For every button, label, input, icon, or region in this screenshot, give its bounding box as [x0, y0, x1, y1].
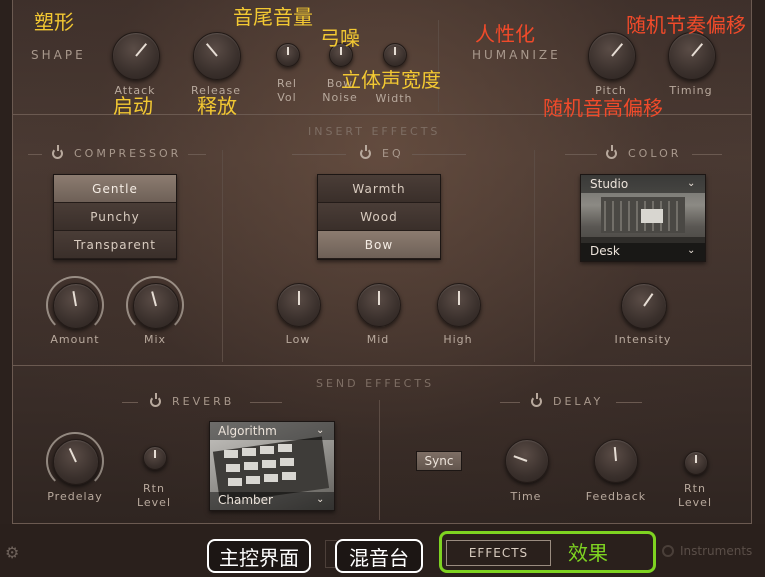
chevron-down-icon: ⌄	[687, 245, 696, 256]
timing-label: Timing	[669, 84, 713, 97]
eq-power-icon[interactable]	[360, 145, 371, 159]
intensity-label: Intensity	[614, 333, 672, 346]
reverb-rtn-level-knob[interactable]	[143, 446, 167, 470]
reverb-power-icon[interactable]	[150, 393, 161, 407]
compressor-option-transparent[interactable]: Transparent	[54, 231, 176, 259]
eq-low-knob[interactable]	[277, 283, 321, 327]
color-preset-top: Studio	[590, 177, 629, 191]
width-label: Width	[375, 92, 413, 105]
rel-vol-knob[interactable]	[276, 43, 300, 67]
chevron-down-icon: ⌄	[316, 425, 325, 436]
send-divider	[12, 365, 752, 366]
reverb-title: REVERB	[172, 395, 235, 408]
eq-option-wood[interactable]: Wood	[318, 203, 440, 231]
shape-section-label: SHAPE	[31, 48, 86, 62]
color-preset-image[interactable]: Studio ⌄ Desk ⌄	[580, 174, 706, 262]
chevron-down-icon: ⌄	[316, 494, 325, 505]
eq-high-label: High	[443, 333, 473, 346]
release-knob[interactable]	[193, 32, 241, 80]
mixer-annotation[interactable]: 混音台	[335, 539, 423, 573]
compressor-power-icon[interactable]	[52, 145, 63, 159]
compressor-option-gentle[interactable]: Gentle	[54, 175, 176, 203]
effects-tab-button[interactable]: EFFECTS	[446, 540, 551, 566]
mix-knob[interactable]	[133, 283, 179, 329]
delay-title: DELAY	[553, 395, 604, 408]
amount-label: Amount	[50, 333, 100, 346]
feedback-knob[interactable]	[594, 439, 638, 483]
amount-knob[interactable]	[53, 283, 99, 329]
color-title: COLOR	[628, 147, 682, 160]
release-annotation: 释放	[197, 94, 237, 118]
shape-annotation: 塑形	[34, 10, 74, 34]
color-preset-bottom: Desk	[590, 244, 620, 258]
feedback-label: Feedback	[585, 490, 647, 503]
eq-mid-label: Mid	[366, 333, 390, 346]
width-annotation: 立体声宽度	[341, 68, 441, 92]
compressor-title: COMPRESSOR	[74, 147, 182, 160]
main-view-annotation[interactable]: 主控界面	[207, 539, 311, 573]
humanize-annotation: 人性化	[475, 22, 535, 46]
delay-rtn-level-label: Rtn Level	[677, 482, 713, 509]
effects-annotation: 效果	[568, 541, 608, 565]
reverb-rtn-level-label: Rtn Level	[136, 482, 172, 509]
eq-title: EQ	[382, 147, 404, 160]
compressor-option-punchy[interactable]: Punchy	[54, 203, 176, 231]
eq-high-knob[interactable]	[437, 283, 481, 327]
width-knob[interactable]	[383, 43, 407, 67]
timing-knob[interactable]	[668, 32, 716, 80]
mix-label: Mix	[143, 333, 167, 346]
eq-option-warmth[interactable]: Warmth	[318, 175, 440, 203]
delay-time-label: Time	[510, 490, 542, 503]
reverb-preset-bottom: Chamber	[218, 493, 273, 507]
reverb-preset-image[interactable]: Algorithm ⌄ Chamber ⌄	[209, 421, 335, 511]
intensity-knob[interactable]	[621, 283, 667, 329]
eq-option-bow[interactable]: Bow	[318, 231, 440, 259]
attack-annotation: 启动	[113, 94, 153, 118]
reverb-preset-top: Algorithm	[218, 424, 277, 438]
gear-icon[interactable]: ⚙	[5, 545, 21, 561]
rel-vol-label: Rel Vol	[277, 77, 297, 104]
attack-knob[interactable]	[112, 32, 160, 80]
predelay-label: Predelay	[47, 490, 103, 503]
sync-button[interactable]: Sync	[416, 451, 462, 471]
delay-time-knob[interactable]	[505, 439, 549, 483]
color-power-icon[interactable]	[606, 145, 617, 159]
delay-rtn-level-knob[interactable]	[684, 451, 708, 475]
rel-vol-annotation: 音尾音量	[233, 5, 313, 29]
instruments-icon[interactable]	[662, 545, 674, 557]
predelay-knob[interactable]	[53, 439, 99, 485]
compressor-options: Gentle Punchy Transparent	[53, 174, 177, 260]
send-effects-label: SEND EFFECTS	[316, 377, 435, 390]
eq-mid-knob[interactable]	[357, 283, 401, 327]
insert-effects-label: INSERT EFFECTS	[308, 125, 441, 138]
pitch-annotation: 随机音高偏移	[543, 96, 663, 120]
eq-low-label: Low	[285, 333, 311, 346]
bow-noise-annotation: 弓噪	[320, 26, 360, 50]
chevron-down-icon: ⌄	[687, 178, 696, 189]
timing-annotation: 随机节奏偏移	[626, 13, 746, 37]
delay-power-icon[interactable]	[531, 393, 542, 407]
eq-options: Warmth Wood Bow	[317, 174, 441, 260]
humanize-section-label: HUMANIZE	[472, 48, 561, 62]
top-divider	[438, 20, 439, 112]
instruments-tab[interactable]: Instruments	[680, 544, 752, 558]
pitch-knob[interactable]	[588, 32, 636, 80]
